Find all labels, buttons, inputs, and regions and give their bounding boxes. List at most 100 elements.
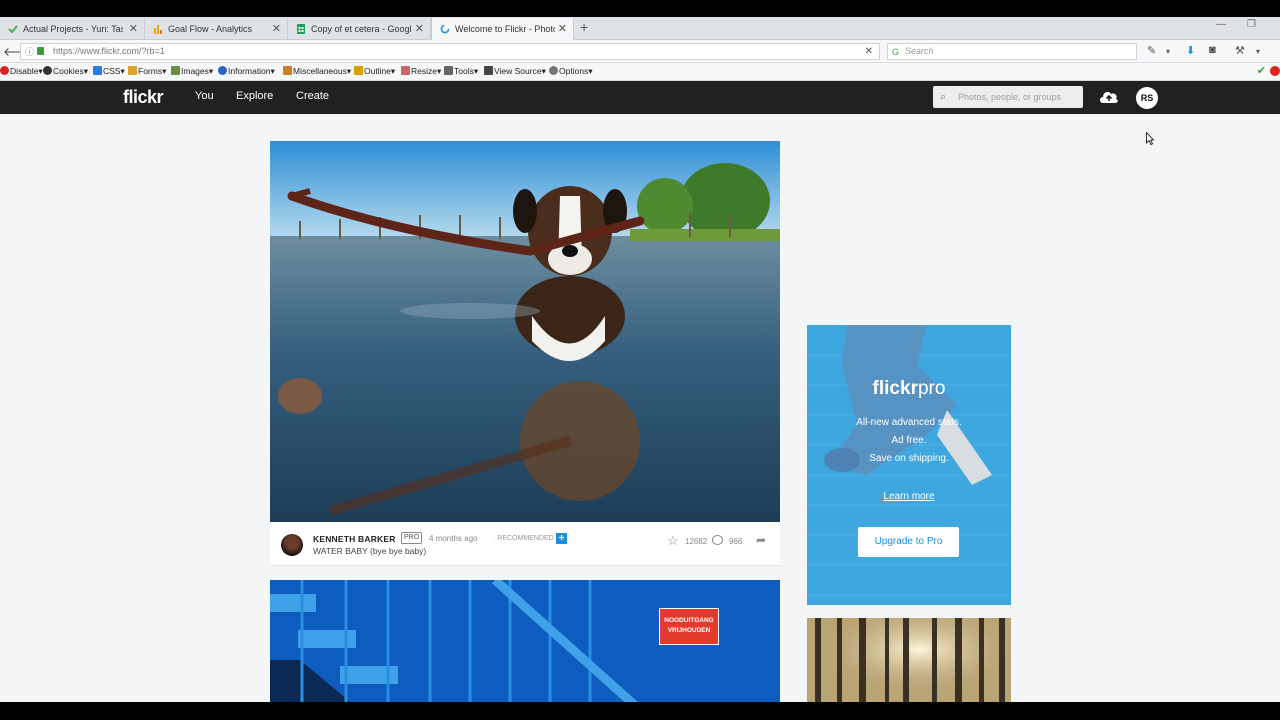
feed-photo[interactable] xyxy=(270,141,780,522)
tools-icon[interactable]: ⚒ xyxy=(1235,44,1245,57)
pocket-icon[interactable]: ◙ xyxy=(1209,44,1216,56)
post-age: 4 months ago xyxy=(429,534,478,543)
disable-icon xyxy=(0,66,9,75)
info-icon xyxy=(218,66,227,75)
loading-icon xyxy=(440,24,450,34)
ad-feature-line: Save on shipping. xyxy=(869,453,949,464)
nav-create[interactable]: Create xyxy=(296,90,329,102)
ad-background-image xyxy=(807,325,1011,605)
tab-title: Actual Projects - Yuri: Tasks xyxy=(23,24,123,34)
dev-menu-options[interactable]: Options▾ xyxy=(549,66,593,77)
browser-tab[interactable]: Copy of et cetera - Google... ✕ xyxy=(288,18,431,40)
dev-menu-information[interactable]: Information▾ xyxy=(218,66,275,77)
url-text: https://www.flickr.com/?rb=1 xyxy=(53,46,165,56)
comment-icon[interactable] xyxy=(712,535,723,545)
screen: Actual Projects - Yuri: Tasks ✕ Goal Flo… xyxy=(0,0,1280,720)
tab-title: Welcome to Flickr - Photo... xyxy=(455,24,555,34)
upload-cloud-icon[interactable] xyxy=(1098,88,1120,106)
user-avatar[interactable]: RS xyxy=(1136,87,1158,109)
address-bar[interactable]: ⓘ https://www.flickr.com/?rb=1 ✕ xyxy=(20,43,880,60)
new-tab-button[interactable]: + xyxy=(580,19,588,35)
dev-menu-images[interactable]: Images▾ xyxy=(171,66,213,77)
flickr-pro-ad: flickrpro All-new advanced stats. Ad fre… xyxy=(807,325,1011,605)
error-indicator-icon[interactable] xyxy=(1270,66,1280,76)
dev-menu-disable[interactable]: Disable▾ xyxy=(0,66,43,77)
fave-count: 12682 xyxy=(685,537,708,546)
star-icon[interactable]: ☆ xyxy=(667,534,679,548)
browser-tab-active[interactable]: Welcome to Flickr - Photo... ✕ xyxy=(431,18,574,40)
search-placeholder: Photos, people, or groups xyxy=(958,92,1062,102)
close-icon[interactable]: ✕ xyxy=(272,22,281,35)
flickr-pro-logo: flickrpro xyxy=(872,378,946,399)
browser-tab-strip: Actual Projects - Yuri: Tasks ✕ Goal Flo… xyxy=(0,17,1280,40)
dev-menu-tools[interactable]: Tools▾ xyxy=(444,66,478,77)
chevron-down-icon[interactable]: ▾ xyxy=(1256,47,1260,56)
dev-menu-outline[interactable]: Outline▾ xyxy=(354,66,395,77)
photo-meta: KENNETH BARKER PRO 4 months ago · RECOMM… xyxy=(270,522,780,566)
analytics-icon xyxy=(154,25,162,34)
mouse-cursor-icon xyxy=(1146,132,1154,145)
flickr-search-input[interactable]: ⌕ Photos, people, or groups xyxy=(933,86,1083,108)
misc-icon xyxy=(283,66,292,75)
tools-icon xyxy=(444,66,453,75)
minimize-icon[interactable]: — xyxy=(1216,19,1226,30)
web-developer-toolbar: Disable▾ Cookies▾ CSS▾ Forms▾ Images▾ In… xyxy=(0,63,1280,81)
navigation-bar: 🡐 ⓘ https://www.flickr.com/?rb=1 ✕ G Sea… xyxy=(0,40,1280,63)
screen-bottom-border xyxy=(0,702,1280,720)
css-icon xyxy=(93,66,102,75)
options-icon xyxy=(549,66,558,75)
validation-ok-icon[interactable]: ✔ xyxy=(1257,64,1266,77)
nav-you[interactable]: You xyxy=(195,90,214,102)
exit-sign: NOODUITGANG VRIJHOUDEN xyxy=(659,608,719,645)
search-engine-icon: G xyxy=(892,47,900,57)
sheets-icon xyxy=(297,24,305,34)
browser-search-input[interactable]: G Search xyxy=(887,43,1137,60)
dev-menu-forms[interactable]: Forms▾ xyxy=(128,66,166,77)
sidebar-photo[interactable] xyxy=(807,618,1011,702)
learn-more-link[interactable]: Learn more xyxy=(807,491,1011,502)
search-placeholder: Search xyxy=(905,46,934,56)
pro-badge: PRO xyxy=(401,532,423,544)
forms-icon xyxy=(128,66,137,75)
tab-title: Copy of et cetera - Google... xyxy=(311,24,411,34)
dev-menu-resize[interactable]: Resize▾ xyxy=(401,66,441,77)
chevron-down-icon[interactable]: ▾ xyxy=(1166,47,1170,56)
lock-icon xyxy=(37,47,44,55)
close-icon[interactable]: ✕ xyxy=(415,22,424,35)
feed-page: KENNETH BARKER PRO 4 months ago · RECOMM… xyxy=(0,114,1280,702)
dev-menu-miscellaneous[interactable]: Miscellaneous▾ xyxy=(283,66,351,77)
author-name[interactable]: KENNETH BARKER xyxy=(313,534,396,544)
author-avatar[interactable] xyxy=(281,534,303,556)
cookie-icon xyxy=(43,66,52,75)
upgrade-to-pro-button[interactable]: Upgrade to Pro xyxy=(858,527,959,557)
outline-icon xyxy=(354,66,363,75)
dev-menu-view-source[interactable]: View Source▾ xyxy=(484,66,546,77)
clear-url-icon[interactable]: ✕ xyxy=(865,44,873,59)
close-icon[interactable]: ✕ xyxy=(558,22,567,35)
flickr-logo[interactable]: flickr xyxy=(123,87,164,108)
info-icon[interactable]: ⓘ xyxy=(25,45,34,60)
follow-plus-button[interactable]: + xyxy=(556,533,567,544)
ad-feature-line: Ad free. xyxy=(891,435,927,446)
comment-count: 966 xyxy=(729,537,743,546)
dev-menu-css[interactable]: CSS▾ xyxy=(93,66,125,77)
photo-title[interactable]: WATER BABY (bye bye baby) xyxy=(313,546,426,556)
flickr-header: flickr You Explore Create ⌕ Photos, peop… xyxy=(0,81,1280,114)
eyedropper-icon[interactable]: ✎ xyxy=(1147,44,1156,57)
resize-icon xyxy=(401,66,410,75)
download-icon[interactable]: ⬇ xyxy=(1186,44,1195,57)
feed-photo[interactable]: NOODUITGANG VRIJHOUDEN xyxy=(270,580,780,702)
share-icon[interactable]: ➦ xyxy=(756,533,766,547)
tab-title: Goal Flow - Analytics xyxy=(168,24,253,34)
nav-explore[interactable]: Explore xyxy=(236,90,273,102)
ad-feature-line: All-new advanced stats. xyxy=(856,417,962,428)
close-icon[interactable]: ✕ xyxy=(129,22,138,35)
images-icon xyxy=(171,66,180,75)
view-source-icon xyxy=(484,66,493,75)
restore-icon[interactable]: ❐ xyxy=(1247,19,1256,30)
recommended-label: · RECOMMENDED xyxy=(493,535,554,542)
dev-menu-cookies[interactable]: Cookies▾ xyxy=(43,66,88,77)
check-icon xyxy=(8,25,18,34)
browser-tab[interactable]: Actual Projects - Yuri: Tasks ✕ xyxy=(0,18,145,40)
browser-tab[interactable]: Goal Flow - Analytics ✕ xyxy=(145,18,288,40)
